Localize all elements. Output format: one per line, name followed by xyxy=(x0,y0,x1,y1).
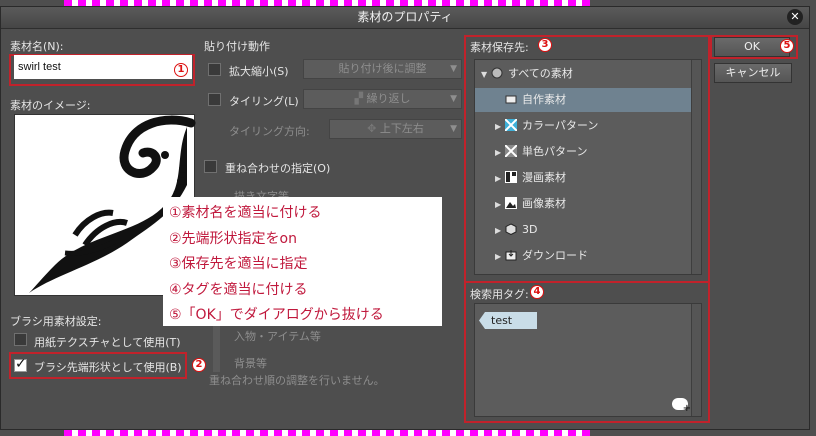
tree-item[interactable]: 自作素材 xyxy=(475,88,691,112)
tree-item[interactable]: ▶ ダウンロード xyxy=(475,244,691,268)
tile-icon: ▞ xyxy=(354,92,367,105)
ok-button[interactable]: OK xyxy=(714,37,790,57)
manga-icon xyxy=(505,171,522,184)
scale-checkbox[interactable] xyxy=(208,63,221,76)
marker-5: 5 xyxy=(780,39,794,53)
chevron-down-icon: ▼ xyxy=(450,64,457,74)
save-location-tree[interactable]: ▼ すべての素材 自作素材 ▶ カラーパターン ▶ 単色パターン ▶ 漫画素材 ▶ 画像素材 ▶ 3D ▶… xyxy=(474,59,702,275)
save-location-label: 素材保存先: xyxy=(470,41,529,54)
paper-texture-label: 用紙テクスチャとして使用(T) xyxy=(34,336,181,349)
search-tag-label: 検索用タグ: xyxy=(470,288,529,301)
overlay-item: 入物・アイテム等 xyxy=(234,330,321,343)
tree-item-label: 漫画素材 xyxy=(522,171,566,184)
overlay-checkbox[interactable] xyxy=(204,160,217,173)
tiling-checkbox[interactable] xyxy=(208,93,221,106)
tiling-direction-combo[interactable]: ✥ 上下左右 ▼ xyxy=(329,119,462,139)
instruction-line: ②先端形状指定をon xyxy=(169,230,297,247)
instruction-line: ③保存先を適当に指定 xyxy=(169,256,308,272)
brush-tip-label: ブラシ先端形状として使用(B) xyxy=(34,361,182,374)
chevron-down-icon: ▼ xyxy=(450,124,457,134)
folder-icon xyxy=(505,93,522,106)
tree-item[interactable]: ▶ 3D xyxy=(475,218,691,242)
tree-item[interactable]: ▶ 画像素材 xyxy=(475,192,691,216)
tree-item[interactable]: ▶ 単色パターン xyxy=(475,140,691,164)
tiling-combo-value: 繰り返し xyxy=(366,92,411,105)
instruction-line: ①素材名を適当に付ける xyxy=(169,205,322,221)
add-tag-icon[interactable]: + xyxy=(672,398,691,414)
paste-behavior-label: 貼り付け動作 xyxy=(204,40,270,53)
scale-label: 拡大縮小(S) xyxy=(229,65,289,78)
instruction-line: ④タグを適当に付ける xyxy=(169,281,308,298)
globe-icon xyxy=(491,67,508,80)
chevron-right-icon[interactable]: ▶ xyxy=(495,115,505,139)
mono-pattern-icon xyxy=(505,145,522,158)
tree-item[interactable]: ▶ カラーパターン xyxy=(475,114,691,138)
tiling-label: タイリング(L) xyxy=(229,95,299,108)
overlay-label: 重ね合わせの指定(O) xyxy=(225,162,331,175)
color-pattern-icon xyxy=(505,119,522,132)
image-icon xyxy=(505,197,522,210)
tree-item-label: 3D xyxy=(522,223,538,236)
tree-scrollbar[interactable] xyxy=(691,60,701,274)
cancel-button[interactable]: キャンセル xyxy=(714,63,792,83)
chevron-right-icon[interactable]: ▶ xyxy=(495,193,505,217)
overlay-item: 背景等 xyxy=(234,357,267,370)
tiling-combo[interactable]: ▞ 繰り返し ▼ xyxy=(303,89,462,109)
chevron-down-icon[interactable]: ▼ xyxy=(481,63,491,87)
move-icon: ✥ xyxy=(367,122,380,135)
chevron-right-icon[interactable]: ▶ xyxy=(495,141,505,165)
tree-item-label: 画像素材 xyxy=(522,197,566,210)
plus-icon: + xyxy=(682,403,691,414)
tree-item[interactable]: ▼ すべての素材 xyxy=(475,62,691,86)
chevron-right-icon[interactable]: ▶ xyxy=(495,219,505,243)
close-icon[interactable]: ✕ xyxy=(787,9,803,25)
marker-4: 4 xyxy=(530,285,544,299)
tree-item-label: ダウンロード xyxy=(522,249,588,262)
marker-1: 1 xyxy=(174,63,188,77)
chevron-right-icon[interactable]: ▶ xyxy=(495,245,505,269)
material-name-input[interactable] xyxy=(14,55,192,79)
download-icon xyxy=(505,249,522,262)
tiling-direction-label: タイリング方向: xyxy=(229,125,310,138)
instruction-overlay: ①素材名を適当に付ける ②先端形状指定をon ③保存先を適当に指定 ④タグを適当… xyxy=(163,197,442,326)
paper-texture-checkbox[interactable] xyxy=(14,333,27,346)
brush-settings-label: ブラシ用素材設定: xyxy=(10,315,102,328)
tiling-direction-value: 上下左右 xyxy=(379,122,424,135)
chevron-down-icon: ▼ xyxy=(450,94,457,104)
material-name-label: 素材名(N): xyxy=(10,40,64,53)
material-image-label: 素材のイメージ: xyxy=(10,99,91,112)
title-bar: 素材のプロパティ ✕ xyxy=(1,7,809,29)
tree-item-label: 自作素材 xyxy=(522,93,566,106)
tree-item-label: 単色パターン xyxy=(522,145,588,158)
marker-3: 3 xyxy=(538,38,552,52)
tree-item-label: カラーパターン xyxy=(522,119,599,132)
marker-2: 2 xyxy=(192,358,206,372)
cube-icon xyxy=(505,223,522,236)
scale-combo[interactable]: 貼り付け後に調整 ▼ xyxy=(303,59,462,79)
tree-item-label: すべての素材 xyxy=(508,67,573,80)
tag-chip[interactable]: test xyxy=(479,312,537,329)
brush-tip-checkbox[interactable] xyxy=(14,356,27,372)
tree-item[interactable]: ▶ 漫画素材 xyxy=(475,166,691,190)
background-stripe-bottom xyxy=(64,430,590,436)
chevron-right-icon[interactable]: ▶ xyxy=(495,167,505,191)
dialog-title: 素材のプロパティ xyxy=(357,10,453,24)
instruction-line: ⑤「OK」でダイアログから抜ける xyxy=(169,307,384,323)
scale-combo-value: 貼り付け後に調整 xyxy=(338,62,427,75)
overlay-note: 重ね合わせ順の調整を行いません。 xyxy=(209,374,385,387)
tag-scrollbar[interactable] xyxy=(691,304,701,416)
